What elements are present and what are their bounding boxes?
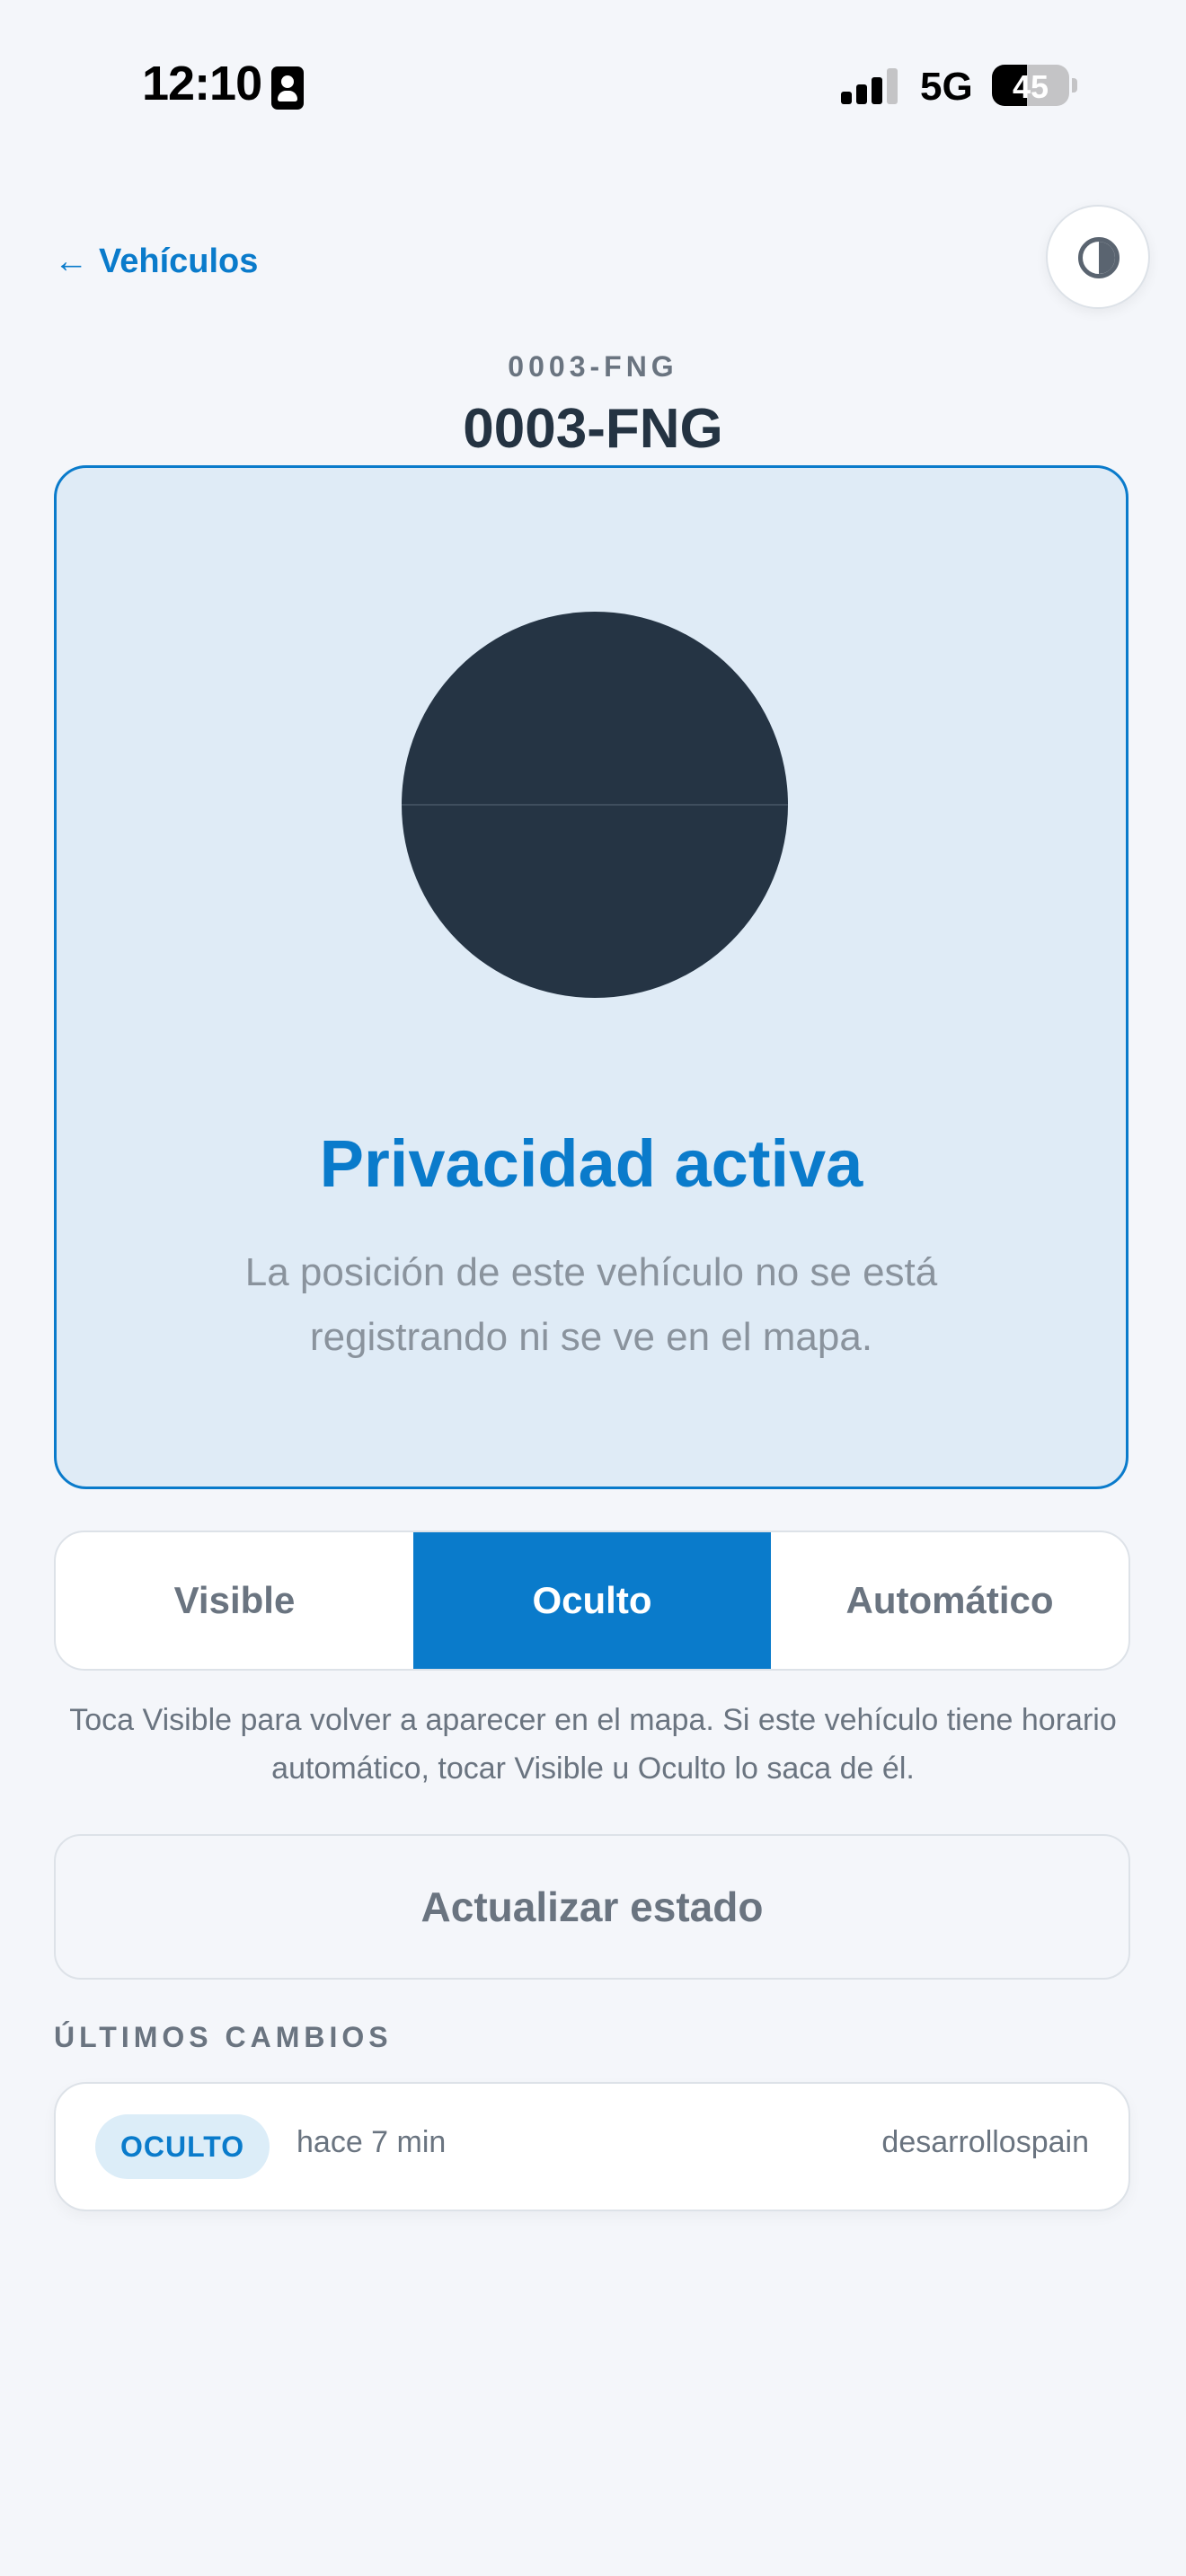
visibility-mode-selector: Visible Oculto Automático [54, 1531, 1130, 1671]
mode-help-text: Toca Visible para volver a aparecer en e… [69, 1703, 1117, 1786]
status-heading: Privacidad activa [319, 1126, 863, 1201]
battery-cap [1072, 78, 1077, 93]
cellular-signal-icon [841, 68, 900, 104]
network-type: 5G [920, 65, 973, 109]
arrow-left-icon: ← [54, 243, 88, 280]
privacy-status-card: Privacidad activa La posición de este ve… [54, 465, 1128, 1489]
back-link-label: Vehículos [99, 243, 259, 280]
mode-visible-button[interactable]: Visible [56, 1532, 413, 1669]
mode-hidden-button[interactable]: Oculto [413, 1532, 771, 1669]
recent-changes-title: ÚLTIMOS CAMBIOS [54, 2021, 393, 2053]
status-time: 12:10 [142, 57, 262, 110]
back-to-vehicles-link[interactable]: ← Vehículos [54, 243, 258, 281]
status-badge: OCULTO [95, 2114, 270, 2179]
id-badge-icon [271, 66, 304, 110]
status-bar: 12:10 5G 45 [0, 0, 1186, 162]
battery-level: 45 [1012, 68, 1049, 105]
contrast-icon [1078, 237, 1120, 278]
mode-automatic-button[interactable]: Automático [771, 1532, 1128, 1669]
status-description: La posición de este vehículo no se está … [244, 1250, 938, 1359]
battery-icon: 45 [992, 65, 1069, 106]
list-item: OCULTO hace 7 min desarrollospain [54, 2082, 1130, 2211]
refresh-status-button[interactable]: Actualizar estado [54, 1834, 1130, 1980]
privacy-indicator-icon [402, 612, 788, 998]
theme-toggle-button[interactable] [1046, 205, 1150, 309]
page-title: 0003-FNG [463, 398, 723, 460]
vehicle-plate-caption: 0003-FNG [508, 350, 678, 383]
change-timestamp: hace 7 min [296, 2125, 447, 2159]
change-user: desarrollospain [881, 2125, 1089, 2159]
